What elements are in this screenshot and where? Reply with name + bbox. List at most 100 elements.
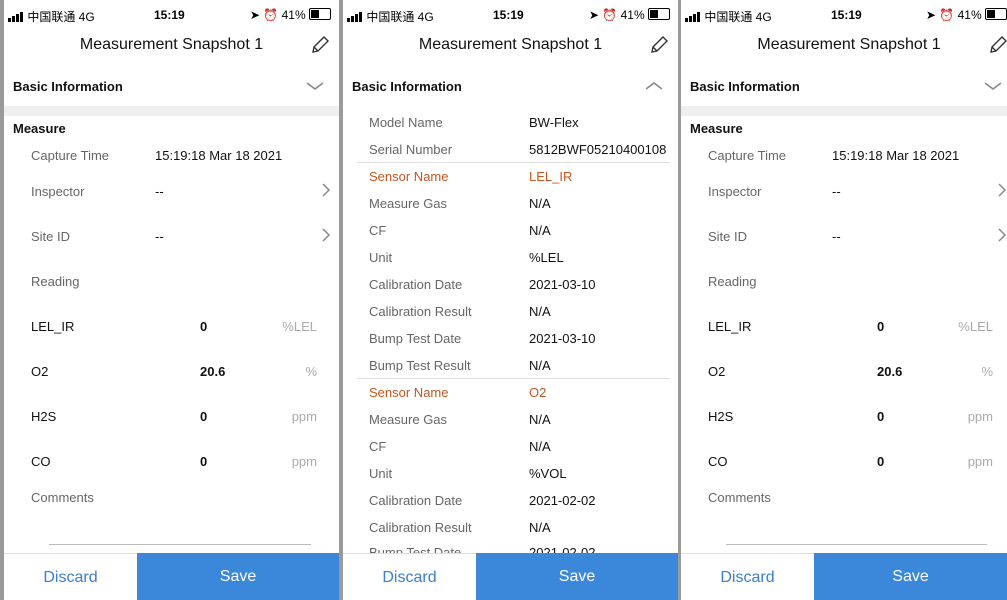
location-icon: ➤ xyxy=(588,8,599,22)
inspector-value: -- xyxy=(832,184,841,199)
gas-name: H2S xyxy=(708,409,734,424)
basic-info-header[interactable]: Basic Information xyxy=(681,66,1007,106)
basic-info-label: Basic Information xyxy=(352,79,462,94)
battery-icon xyxy=(648,8,670,20)
screen-collapsed: 中国联通 4G 15:19 ➤ ⏰ 41% Measurement Snapsh… xyxy=(681,0,1007,600)
save-button[interactable]: Save xyxy=(814,553,1007,600)
footer: Discard Save xyxy=(681,553,1007,600)
basic-info-label: Basic Information xyxy=(690,79,800,94)
comments-input[interactable] xyxy=(49,544,311,545)
basic-info-header[interactable]: Basic Information xyxy=(4,66,339,106)
gas-value: 0 xyxy=(200,409,208,424)
gas-name: CO xyxy=(31,454,51,469)
inspector-value: -- xyxy=(155,184,164,199)
site-value: -- xyxy=(155,229,164,244)
gas-unit: ppm xyxy=(967,454,993,469)
serial-value: 5812BWF05210400108 xyxy=(529,142,667,157)
gas-name: CO xyxy=(708,454,728,469)
gas-name: O2 xyxy=(31,364,49,379)
screen-expanded: 中国联通 4G 15:19 ➤ ⏰ 41% Measurement Snapsh… xyxy=(343,0,678,600)
save-button[interactable]: Save xyxy=(137,553,339,600)
gas-unit: % xyxy=(305,364,317,379)
page-title: Measurement Snapshot 1 xyxy=(757,36,941,53)
edit-icon[interactable] xyxy=(648,34,670,56)
edit-icon[interactable] xyxy=(309,34,331,56)
discard-button[interactable]: Discard xyxy=(681,553,814,600)
capture-time-value: 15:19:18 Mar 18 2021 xyxy=(155,148,283,163)
unit-label: Unit xyxy=(369,250,393,265)
unit-value: %VOL xyxy=(529,466,567,481)
reading-label: Reading xyxy=(31,274,80,289)
comments-input[interactable] xyxy=(726,544,987,545)
alarm-icon: ⏰ xyxy=(602,8,618,22)
gas-value: 0 xyxy=(877,319,885,334)
sensor-name-label: Sensor Name xyxy=(369,169,449,184)
capture-time-label: Capture Time xyxy=(31,148,110,163)
chevron-up-icon[interactable] xyxy=(644,78,664,94)
screen-collapsed: 中国联通 4G 15:19 ➤ ⏰ 41% Measurement Snapsh… xyxy=(4,0,339,600)
carrier-label: 中国联通 4G xyxy=(366,10,434,24)
sensor-name-value: LEL_IR xyxy=(529,169,573,184)
measure-gas-label: Measure Gas xyxy=(369,196,448,211)
divider xyxy=(357,378,670,379)
gas-name: O2 xyxy=(708,364,726,379)
capture-time-value: 15:19:18 Mar 18 2021 xyxy=(832,148,960,163)
clock: 15:19 xyxy=(154,8,185,22)
measure-heading: Measure xyxy=(690,121,743,136)
gas-name: LEL_IR xyxy=(31,319,75,334)
chevron-down-icon[interactable] xyxy=(305,78,325,94)
gas-value: 20.6 xyxy=(877,364,903,379)
chevron-right-icon[interactable] xyxy=(997,182,1007,198)
edit-icon[interactable] xyxy=(987,34,1007,56)
battery-icon xyxy=(985,8,1007,20)
measure-gas-value: N/A xyxy=(529,196,551,211)
gas-name: LEL_IR xyxy=(708,319,752,334)
gas-unit: ppm xyxy=(967,409,993,424)
bump-test-date-value: 2021-03-10 xyxy=(529,331,596,346)
model-value: BW-Flex xyxy=(529,115,579,130)
location-icon: ➤ xyxy=(925,8,936,22)
section-divider xyxy=(681,106,1007,116)
signal-icon xyxy=(8,11,24,25)
model-label: Model Name xyxy=(369,115,443,130)
section-divider xyxy=(4,106,339,116)
page-title: Measurement Snapshot 1 xyxy=(79,36,264,53)
location-icon: ➤ xyxy=(249,8,260,22)
unit-label: Unit xyxy=(369,466,393,481)
cf-label: CF xyxy=(369,439,387,454)
serial-label: Serial Number xyxy=(369,142,453,157)
status-bar: 中国联通 4G 15:19 ➤ ⏰ 41% xyxy=(4,0,339,28)
measure-heading: Measure xyxy=(13,121,66,136)
gas-value: 0 xyxy=(200,319,208,334)
gas-unit: % xyxy=(981,364,993,379)
gas-name: H2S xyxy=(31,409,57,424)
site-value: -- xyxy=(832,229,841,244)
cf-label: CF xyxy=(369,223,387,238)
chevron-down-icon[interactable] xyxy=(983,78,1003,94)
inspector-label: Inspector xyxy=(708,184,762,199)
save-button[interactable]: Save xyxy=(476,553,678,600)
chevron-right-icon[interactable] xyxy=(321,227,331,243)
chevron-right-icon[interactable] xyxy=(997,227,1007,243)
bump-test-result-value: N/A xyxy=(529,358,551,373)
comments-label: Comments xyxy=(708,490,771,505)
gas-value: 0 xyxy=(877,409,885,424)
cf-value: N/A xyxy=(529,439,551,454)
calibration-date-label: Calibration Date xyxy=(369,493,463,508)
footer: Discard Save xyxy=(4,553,339,600)
calibration-result-value: N/A xyxy=(529,520,551,535)
status-bar: 中国联通 4G 15:19 ➤ ⏰ 41% xyxy=(343,0,678,28)
chevron-right-icon[interactable] xyxy=(321,182,331,198)
discard-button[interactable]: Discard xyxy=(343,553,476,600)
calibration-result-value: N/A xyxy=(529,304,551,319)
divider xyxy=(357,162,670,163)
calibration-date-label: Calibration Date xyxy=(369,277,463,292)
status-bar: 中国联通 4G 15:19 ➤ ⏰ 41% xyxy=(681,0,1007,28)
calibration-result-label: Calibration Result xyxy=(369,520,472,535)
battery-percent: 41% xyxy=(620,8,645,22)
reading-label: Reading xyxy=(708,274,757,289)
basic-info-header[interactable]: Basic Information xyxy=(343,66,678,106)
discard-button[interactable]: Discard xyxy=(4,553,137,600)
bump-test-result-label: Bump Test Result xyxy=(369,358,471,373)
battery-percent: 41% xyxy=(281,8,306,22)
